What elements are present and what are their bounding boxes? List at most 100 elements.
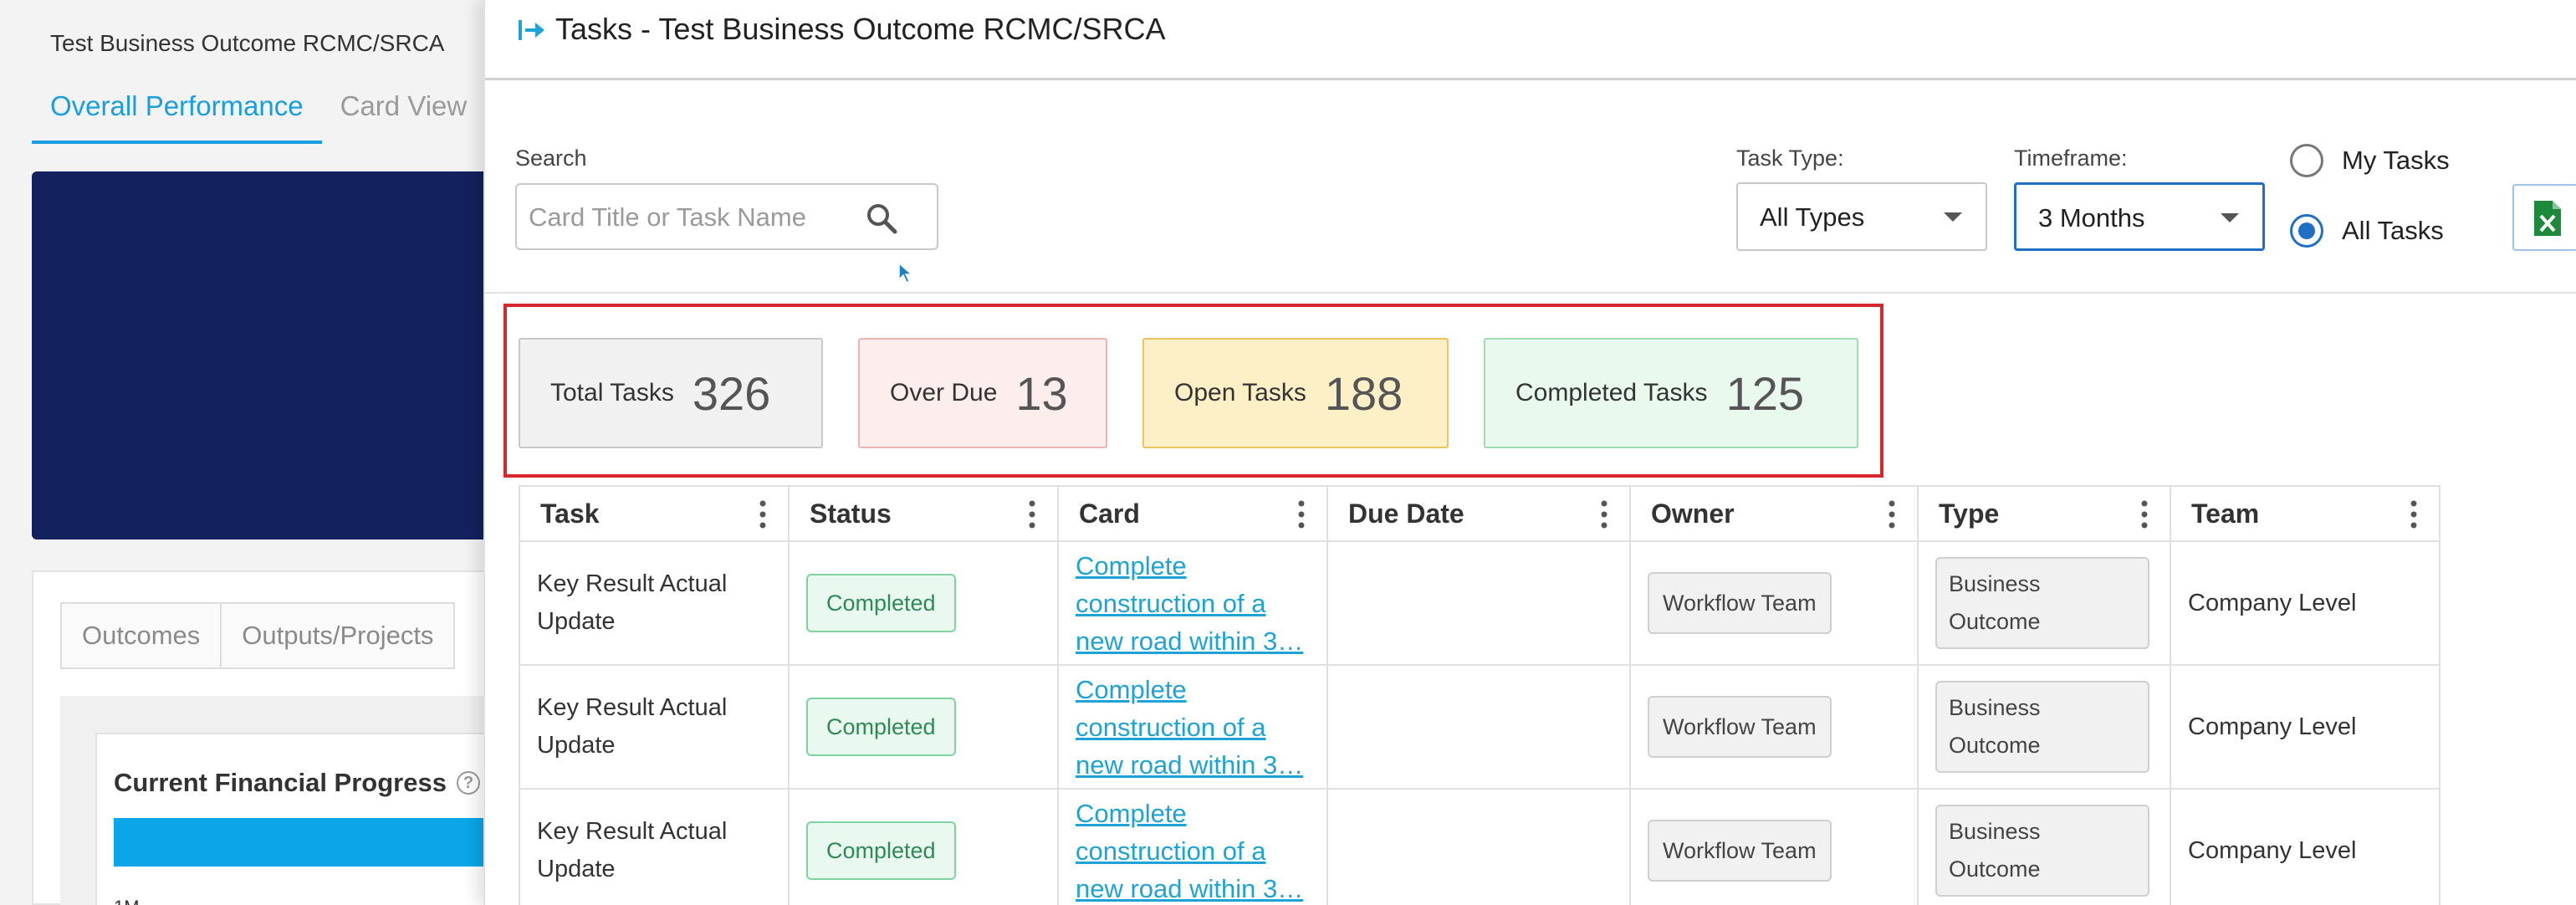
card-cell: Complete construction of a new road with…: [1057, 540, 1328, 666]
owner-badge: Workflow Team: [1648, 572, 1832, 634]
subtab-outputs-projects[interactable]: Outputs/Projects: [220, 602, 456, 669]
type-cell: Business Outcome: [1917, 540, 2171, 666]
task-type-value: All Types: [1760, 202, 1865, 232]
tasks-panel: Tasks - Test Business Outcome RCMC/SRCA …: [483, 0, 2576, 905]
due-date-cell: [1326, 664, 1631, 790]
due-date-cell: [1326, 540, 1631, 666]
status-cell: Completed: [788, 664, 1059, 790]
column-header-card[interactable]: Card: [1057, 485, 1328, 542]
tab-overall-performance[interactable]: Overall Performance: [32, 90, 322, 144]
task-summary-highlight: Total Tasks 326 Over Due 13 Open Tasks 1…: [503, 304, 1883, 478]
stat-over-due[interactable]: Over Due 13: [858, 338, 1107, 448]
card-link[interactable]: Complete construction of a new road with…: [1076, 547, 1310, 660]
type-cell: Business Outcome: [1917, 788, 2171, 905]
task-type-select[interactable]: All Types: [1736, 182, 1987, 251]
stat-completed-label: Completed Tasks: [1515, 379, 1708, 406]
table-row: Key Result Actual Update Completed Compl…: [519, 540, 2441, 666]
stat-completed-value: 125: [1725, 366, 1804, 420]
timeframe-label: Timeframe:: [2014, 146, 2128, 171]
owner-cell: Workflow Team: [1629, 664, 1919, 790]
column-menu-icon[interactable]: [2410, 500, 2417, 529]
radio-my-tasks[interactable]: My Tasks: [2290, 144, 2450, 177]
type-badge: Business Outcome: [1935, 681, 2149, 773]
financial-progress-card: Current Financial Progress ? 1M: [95, 733, 515, 905]
search-input[interactable]: [529, 197, 863, 238]
financial-progress-label: Current Financial Progress: [114, 768, 447, 797]
card-cell: Complete construction of a new road with…: [1057, 788, 1328, 905]
timeframe-select[interactable]: 3 Months: [2014, 182, 2265, 251]
column-header-team[interactable]: Team: [2170, 485, 2441, 542]
panel-title: Tasks - Test Business Outcome RCMC/SRCA: [555, 12, 1166, 46]
subtab-outcomes[interactable]: Outcomes: [60, 602, 222, 669]
stat-total-tasks[interactable]: Total Tasks 326: [519, 338, 823, 448]
card-link[interactable]: Complete construction of a new road with…: [1076, 671, 1310, 784]
stat-total-label: Total Tasks: [550, 379, 674, 406]
stat-overdue-label: Over Due: [890, 379, 998, 406]
column-menu-icon[interactable]: [1889, 500, 1895, 529]
column-menu-icon[interactable]: [759, 500, 766, 529]
team-cell: Company Level: [2170, 788, 2441, 905]
team-cell: Company Level: [2170, 664, 2441, 790]
table-header-row: Task Status Card Due Date Owner Type Tea…: [519, 485, 2441, 542]
column-header-status[interactable]: Status: [788, 485, 1059, 542]
column-menu-icon[interactable]: [1601, 500, 1607, 529]
owner-cell: Workflow Team: [1629, 788, 1919, 905]
background-tabs: Overall Performance Card View: [32, 90, 485, 144]
background-subtabs: Outcomes Outputs/Projects: [60, 602, 456, 669]
column-header-label: Team: [2191, 498, 2260, 529]
stat-total-value: 326: [692, 366, 771, 420]
status-badge: Completed: [806, 574, 956, 632]
column-header-due-date[interactable]: Due Date: [1326, 485, 1631, 542]
table-row: Key Result Actual Update Completed Compl…: [519, 664, 2441, 790]
task-type-label: Task Type:: [1736, 146, 1844, 171]
type-badge: Business Outcome: [1935, 805, 2149, 897]
column-header-label: Task: [540, 498, 600, 529]
mouse-cursor-icon: [898, 263, 913, 284]
radio-circle[interactable]: [2290, 144, 2323, 177]
search-box[interactable]: [515, 183, 938, 250]
radio-circle[interactable]: [2290, 214, 2323, 248]
stat-completed-tasks[interactable]: Completed Tasks 125: [1484, 338, 1858, 448]
background-card: Outcomes Outputs/Projects Current Financ…: [32, 570, 515, 905]
status-cell: Completed: [788, 788, 1059, 905]
status-badge: Completed: [806, 821, 956, 880]
column-menu-icon[interactable]: [1029, 500, 1035, 529]
stat-open-label: Open Tasks: [1174, 379, 1306, 406]
background-page: Test Business Outcome RCMC/SRCA Overall …: [0, 0, 515, 905]
column-header-label: Status: [810, 498, 892, 529]
background-inner-area: Current Financial Progress ? 1M: [60, 696, 515, 905]
radio-all-tasks[interactable]: All Tasks: [2290, 214, 2444, 248]
exit-arrow-icon[interactable]: [517, 15, 547, 45]
column-menu-icon[interactable]: [2141, 500, 2148, 529]
team-cell: Company Level: [2170, 540, 2441, 666]
tab-card-view[interactable]: Card View: [322, 90, 486, 144]
excel-icon: [2534, 201, 2561, 236]
background-banner: [32, 171, 502, 539]
type-cell: Business Outcome: [1917, 664, 2171, 790]
column-header-owner[interactable]: Owner: [1629, 485, 1919, 542]
chevron-down-icon: [1944, 212, 1962, 222]
radio-my-tasks-label: My Tasks: [2342, 146, 2450, 175]
axis-tick-label: 1M: [114, 897, 140, 905]
column-header-task[interactable]: Task: [519, 485, 790, 542]
status-badge: Completed: [806, 698, 956, 756]
card-link[interactable]: Complete construction of a new road with…: [1076, 795, 1310, 905]
background-page-title: Test Business Outcome RCMC/SRCA: [50, 30, 445, 56]
stat-open-tasks[interactable]: Open Tasks 188: [1142, 338, 1449, 448]
export-excel-button[interactable]: [2512, 184, 2576, 251]
column-header-type[interactable]: Type: [1917, 485, 2171, 542]
search-icon[interactable]: [865, 202, 898, 235]
column-header-label: Type: [1939, 498, 2000, 529]
radio-all-tasks-label: All Tasks: [2342, 216, 2444, 245]
stat-overdue-value: 13: [1015, 366, 1068, 420]
filter-bar: Search Task Type: All Types Timeframe: 3…: [485, 80, 2576, 294]
due-date-cell: [1326, 788, 1631, 905]
timeframe-value: 3 Months: [2038, 203, 2145, 233]
column-header-label: Due Date: [1348, 498, 1464, 529]
owner-badge: Workflow Team: [1648, 696, 1832, 758]
task-cell: Key Result Actual Update: [519, 540, 790, 666]
column-menu-icon[interactable]: [1298, 500, 1305, 529]
status-cell: Completed: [788, 540, 1059, 666]
search-label: Search: [515, 146, 587, 171]
help-icon[interactable]: ?: [456, 771, 480, 795]
